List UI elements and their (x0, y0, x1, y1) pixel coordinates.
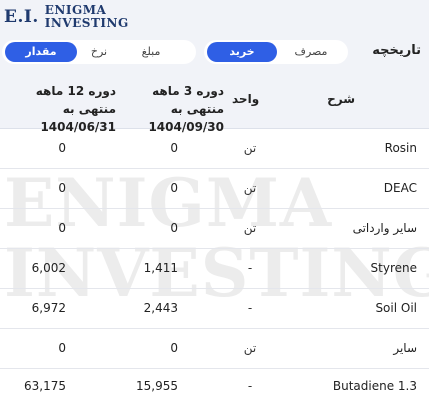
col-period12-title: دوره 12 ماهه منتهی به (35, 84, 116, 116)
tab-quantity[interactable]: مقدار (5, 42, 77, 62)
brand-logo[interactable]: E.I. ENIGMA INVESTING (4, 2, 129, 32)
cell-unit: تن (243, 181, 257, 195)
brand-name: ENIGMA INVESTING (45, 4, 129, 30)
cell-unit: - (247, 261, 253, 275)
cell-desc: Butadiene 1.3 (332, 379, 417, 393)
cell-period12: 63,175 (24, 379, 66, 393)
cell-period12: 0 (58, 141, 66, 155)
cell-desc: Soil Oil (375, 301, 417, 315)
cell-period3: 0 (170, 141, 178, 155)
cell-desc: سایر وارداتی (352, 221, 417, 235)
col-period3-title: دوره 3 ماهه منتهی به (152, 84, 224, 116)
table-header: شرح واحد دوره 3 ماهه منتهی به 1404/09/30… (0, 66, 429, 134)
table-row: سایر وارداتی تن 0 0 (0, 208, 429, 249)
cell-period3: 1,411 (143, 261, 178, 275)
top-bar: E.I. ENIGMA INVESTING (0, 0, 429, 34)
toolbar: تاریخچه خرید مصرف مقدار نرخ مبلغ (0, 34, 429, 66)
cell-period3: 2,443 (143, 301, 178, 315)
table-row: DEAC تن 0 0 (0, 168, 429, 209)
table-row: سایر تن 0 0 (0, 328, 429, 369)
cell-unit: - (247, 301, 253, 315)
cell-desc: سایر (393, 341, 417, 355)
col-unit-header[interactable]: واحد (232, 92, 259, 106)
page-title: تاریخچه (372, 43, 421, 58)
value-type-toggle: مقدار نرخ مبلغ (2, 40, 196, 64)
cell-period12: 0 (58, 221, 66, 235)
table-row: Rosin تن 0 0 (0, 128, 429, 169)
cell-unit: تن (243, 341, 257, 355)
cell-period12: 6,972 (31, 301, 66, 315)
tab-rate[interactable]: نرخ (77, 42, 121, 62)
cell-period12: 0 (58, 181, 66, 195)
table-row: Styrene - 1,411 6,002 (0, 248, 429, 289)
cell-desc: DEAC (383, 181, 417, 195)
cell-period12: 6,002 (31, 261, 66, 275)
cell-period3: 15,955 (136, 379, 178, 393)
cell-unit: تن (243, 221, 257, 235)
table-row: Butadiene 1.3 - 15,955 63,175 (0, 366, 429, 406)
tab-buy[interactable]: خرید (207, 42, 277, 62)
cell-unit: - (247, 379, 253, 393)
buy-consume-toggle: خرید مصرف (204, 40, 348, 64)
col-desc-header[interactable]: شرح (327, 92, 355, 106)
brand-mark: E.I. (4, 7, 39, 27)
tab-consume[interactable]: مصرف (277, 42, 345, 62)
cell-desc: Rosin (384, 141, 417, 155)
cell-period3: 0 (170, 181, 178, 195)
tab-amount[interactable]: مبلغ (121, 42, 181, 62)
cell-period3: 0 (170, 341, 178, 355)
brand-line1: ENIGMA (44, 3, 107, 17)
cell-period12: 0 (58, 341, 66, 355)
table-row: Soil Oil - 2,443 6,972 (0, 288, 429, 329)
cell-desc: Styrene (370, 261, 417, 275)
cell-period3: 0 (170, 221, 178, 235)
cell-unit: تن (243, 141, 257, 155)
brand-line2: INVESTING (44, 16, 129, 30)
